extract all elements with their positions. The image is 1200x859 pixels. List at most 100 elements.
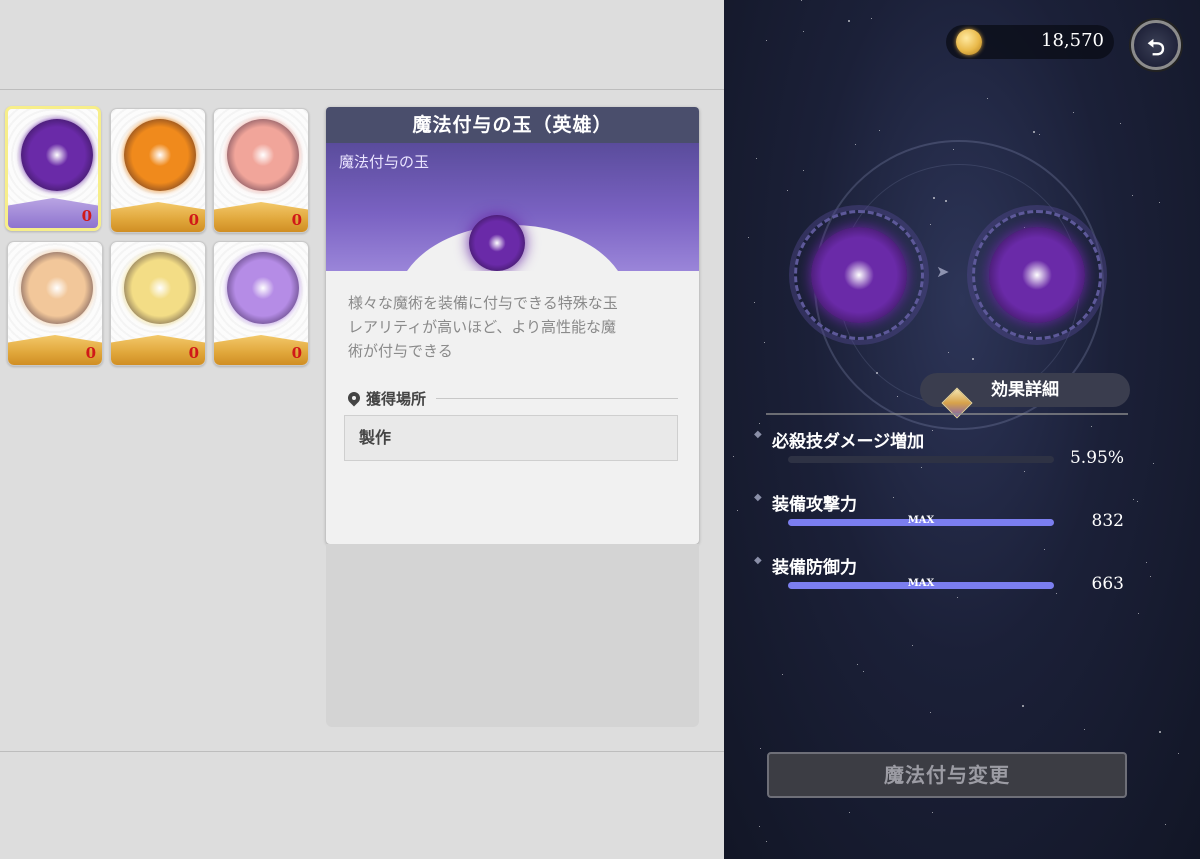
star	[1073, 112, 1074, 113]
star	[1178, 753, 1179, 754]
star	[801, 0, 802, 1]
stat-bar	[788, 456, 1054, 463]
star	[849, 812, 850, 813]
star	[787, 190, 788, 191]
orb-item-card[interactable]: 0	[213, 241, 309, 366]
orb-item-card[interactable]: 0	[5, 106, 101, 231]
star	[733, 456, 734, 457]
star	[1024, 471, 1025, 472]
star	[803, 31, 804, 32]
stat-bar: MAX	[788, 515, 1054, 526]
star	[764, 342, 765, 343]
item-count: 0	[85, 344, 96, 362]
stat-value: 5.95%	[1069, 448, 1124, 468]
star	[756, 158, 757, 159]
detail-lower-panel	[326, 544, 699, 727]
star	[957, 597, 958, 598]
star	[1165, 824, 1166, 825]
result-orb-icon[interactable]	[989, 227, 1085, 323]
star	[748, 237, 749, 238]
stat-name: 装備攻撃力	[754, 490, 857, 515]
current-orb-icon[interactable]	[811, 227, 907, 323]
stat-name: 必殺技ダメージ増加	[754, 427, 924, 452]
star	[932, 812, 933, 813]
star	[737, 510, 738, 511]
change-enchant-button[interactable]: 魔法付与変更	[767, 752, 1127, 798]
max-label: MAX	[907, 578, 935, 589]
star	[760, 748, 761, 749]
star	[879, 130, 880, 131]
star	[1159, 202, 1160, 203]
arrow-right-icon: ➤	[936, 262, 950, 281]
star	[766, 841, 767, 842]
star	[1091, 426, 1092, 427]
star	[754, 302, 755, 303]
purple-orb-icon	[21, 119, 93, 191]
star	[1159, 731, 1161, 733]
item-count: 0	[291, 211, 302, 229]
acquisition-label: 獲得場所	[366, 390, 427, 408]
star	[1039, 134, 1040, 135]
gold-coin-icon	[956, 29, 982, 55]
star	[871, 18, 872, 19]
bottom-divider	[0, 751, 724, 752]
description-line: 術が付与できる	[348, 342, 453, 360]
orb-item-card[interactable]: 0	[213, 108, 309, 233]
star	[1138, 613, 1139, 614]
stat-value: 663	[1091, 574, 1124, 594]
inventory-area: 0 0 0 0 0 0 魔法付与の玉（英雄） 魔法付与の玉 様々な魔術を装備に付与できる特…	[0, 0, 724, 859]
orb-item-card[interactable]: 0	[110, 241, 206, 366]
peach-crystal-orb-icon	[21, 252, 93, 324]
star	[1133, 499, 1134, 500]
enchant-panel: 18,570 ⮌ ➤ 効果詳細 必殺技ダメージ増加5.95%装備攻撃力MAX83…	[724, 0, 1200, 859]
heading-line	[436, 398, 678, 399]
acquisition-source-button[interactable]: 製作	[344, 415, 678, 461]
star	[1084, 729, 1085, 730]
currency-value: 18,570	[1041, 30, 1104, 51]
star	[921, 467, 922, 468]
violet-crystal-orb-icon	[227, 252, 299, 324]
star	[782, 674, 783, 675]
star	[1137, 501, 1138, 502]
star	[857, 664, 858, 665]
star	[803, 170, 804, 171]
star	[1132, 195, 1133, 196]
orange-orb-icon	[124, 119, 196, 191]
star	[930, 712, 931, 713]
back-button[interactable]: ⮌	[1131, 20, 1181, 70]
item-description: 様々な魔術を装備に付与できる特殊な玉 レアリティが高いほど、より高性能な魔 術が…	[326, 271, 699, 363]
description-line: レアリティが高いほど、より高性能な魔	[348, 318, 617, 336]
star	[759, 826, 760, 827]
max-label: MAX	[907, 515, 935, 526]
item-count: 0	[188, 211, 199, 229]
star	[932, 430, 933, 431]
star	[912, 645, 913, 646]
item-title: 魔法付与の玉（英雄）	[326, 107, 699, 143]
stat-bar: MAX	[788, 578, 1054, 589]
item-count: 0	[291, 344, 302, 362]
star	[848, 20, 850, 22]
currency-bar: 18,570	[946, 25, 1114, 59]
top-divider	[0, 89, 724, 90]
orb-item-card[interactable]: 0	[110, 108, 206, 233]
purple-orb-icon	[469, 215, 525, 271]
star	[863, 671, 864, 672]
star	[1146, 562, 1147, 563]
star	[855, 144, 856, 145]
star	[1056, 593, 1057, 594]
description-line: 様々な魔術を装備に付与できる特殊な玉	[348, 294, 618, 312]
star	[766, 40, 767, 41]
item-hero: 魔法付与の玉	[326, 143, 699, 271]
effect-divider	[766, 413, 1128, 415]
item-category: 魔法付与の玉	[339, 153, 430, 171]
item-count: 0	[81, 207, 92, 225]
item-count: 0	[188, 344, 199, 362]
orb-item-card[interactable]: 0	[7, 241, 103, 366]
star	[893, 497, 894, 498]
return-arrow-icon: ⮌	[1147, 36, 1165, 61]
star	[1150, 576, 1151, 577]
stat-value: 832	[1091, 511, 1124, 531]
pink-crystal-orb-icon	[227, 119, 299, 191]
star	[1022, 705, 1024, 707]
stat-name: 装備防御力	[754, 553, 857, 578]
